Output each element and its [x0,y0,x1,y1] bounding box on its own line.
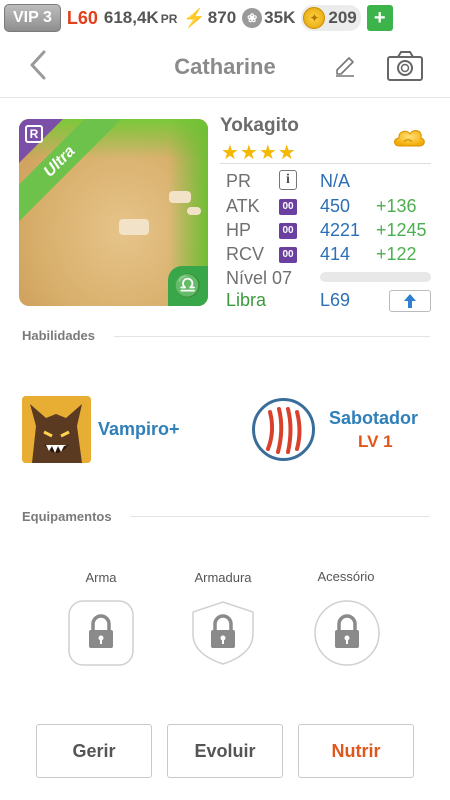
manage-button[interactable]: Gerir [36,724,152,778]
lightning-icon: ⚡ [183,7,206,28]
stamina-counter: ⚡ 870 [183,8,236,29]
monster-name: Yokagito [220,115,299,136]
buy-coins-button[interactable]: + [366,5,393,31]
camera-icon[interactable] [386,50,424,82]
max-level: L69 [320,290,351,310]
paw-icon: ❀ [242,8,263,28]
paw-counter: ❀ 35K [242,8,295,28]
feed-button[interactable]: Nutrir [298,724,414,778]
coin-counter: ✦ 209 [301,5,361,31]
power-unit: PR [160,12,178,26]
rcv-badge: 00 [279,247,297,263]
atk-bonus: +136 [376,196,417,216]
rock-decoration [119,219,149,235]
atk-label: ATK [226,196,260,216]
skill-name-sabotador[interactable]: Sabotador [329,408,418,429]
rock-decoration [187,207,201,215]
power-rating: 618,4K PR [104,8,178,28]
skill-level: LV 1 [358,432,393,451]
atk-value: 450 [320,196,351,216]
accessory-slot[interactable] [314,600,380,666]
skill-name-vampiro[interactable]: Vampiro+ [98,419,180,440]
claw-scratch-icon[interactable] [251,397,316,462]
accessory-label: Acessório [317,569,375,584]
hp-label: HP [226,220,252,240]
page-title: Catharine [174,54,276,79]
rarity-letter: R [25,125,43,143]
page-header: Catharine [0,36,450,98]
player-level: L60 [66,7,98,28]
wolf-icon [22,396,91,463]
armor-slot[interactable] [190,600,256,666]
level-up-button[interactable] [389,290,431,312]
armor-label: Armadura [194,570,252,585]
rcv-label: RCV [226,244,265,264]
info-icon[interactable]: i [279,170,297,190]
xp-progress-bar [320,272,431,282]
vip-badge[interactable]: VIP 3 [4,4,61,32]
up-arrow-icon [404,294,416,308]
vampiro-skill-icon[interactable] [22,396,91,463]
sign-name: Libra [226,290,267,310]
paw-value: 35K [264,8,296,27]
level-label: Nível 07 [226,268,293,288]
evolve-button[interactable]: Evoluir [167,724,283,778]
pencil-icon[interactable] [333,54,357,78]
weapon-label: Arma [85,570,117,585]
atk-badge: 00 [279,199,297,215]
pr-value: N/A [320,171,351,191]
hp-bonus: +1245 [376,220,427,240]
libra-sign-icon: ♎ [168,266,208,306]
divider [220,163,431,164]
divider [114,336,430,337]
coin-value: 209 [328,8,357,27]
hp-value: 4221 [320,220,361,240]
cloud-icon [394,130,425,147]
rock-decoration [169,191,191,203]
resource-bar: VIP 3 L60 618,4K PR ⚡ 870 ❀ 35K ✦ 209 + [0,0,450,36]
hp-badge: 00 [279,223,297,239]
divider [130,516,430,517]
coin-icon: ✦ [303,7,326,29]
star-rating: ★★★★ [221,142,297,164]
stamina-value: 870 [207,8,237,27]
pr-label: PR [226,171,252,191]
rcv-bonus: +122 [376,244,417,264]
power-value: 618,4K [103,8,159,27]
monster-card-image[interactable]: Ultra R ♎ [19,119,208,306]
weapon-slot[interactable] [68,600,134,666]
equipment-section-title: Equipamentos [22,509,112,524]
abilities-section-title: Habilidades [22,328,95,343]
rcv-value: 414 [320,244,351,264]
